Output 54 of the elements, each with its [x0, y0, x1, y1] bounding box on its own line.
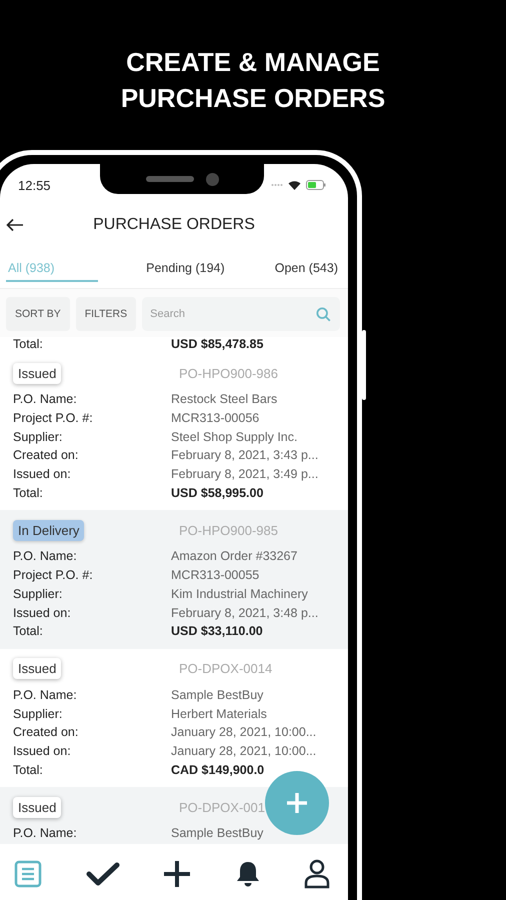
- field-value: February 8, 2021, 3:49 p...: [171, 467, 318, 482]
- field-value: Herbert Materials: [171, 706, 267, 721]
- field-value: USD $85,478.85: [171, 337, 264, 351]
- field-label: Project P.O. #:: [13, 411, 94, 426]
- field-value: USD $33,110.00: [171, 624, 263, 638]
- field-label: Total:: [13, 337, 44, 351]
- field-label: P.O. Name:: [13, 549, 78, 564]
- order-number: PO-HPO900-986: [179, 366, 278, 380]
- field-value: Steel Shop Supply Inc.: [171, 430, 298, 444]
- field-value: Amazon Order #33267: [171, 549, 298, 564]
- screen-title: PURCHASE ORDERS: [93, 216, 255, 234]
- field-value: Sample BestBuy: [171, 688, 264, 702]
- filter-tab[interactable]: Pending (194): [144, 260, 227, 282]
- filter-tab[interactable]: Open (543): [272, 260, 340, 282]
- field-value: January 28, 2021, 10:00...: [171, 725, 316, 740]
- field-label: Supplier:: [13, 706, 64, 721]
- field-value: February 8, 2021, 3:43 p...: [171, 448, 318, 462]
- field-label: Issued on:: [13, 606, 72, 620]
- field-value: January 28, 2021, 10:00...: [171, 744, 316, 758]
- order-card[interactable]: Issued PO-DPOX-0014 P.O. Name: Sample BestBuy Supplier: Herbert Materials Created on: January 28, 2021, 10:00... Issued on: January 28, 2021, 10:00... Total: CAD $149,900.0: [13, 656, 316, 779]
- order-number: PO-DPOX-001: [179, 800, 265, 814]
- field-label: Supplier:: [13, 586, 64, 601]
- field-value: USD $58,995.00: [171, 486, 264, 500]
- order-number: PO-DPOX-0014: [179, 661, 272, 676]
- field-label: Issued on:: [13, 744, 72, 758]
- field-label: P.O. Name:: [13, 688, 78, 702]
- field-value: February 8, 2021, 3:48 p...: [171, 606, 318, 620]
- headline: PURCHASE ORDERS: [120, 82, 386, 115]
- status-badge: Issued: [13, 658, 62, 680]
- status-time: 12:55: [18, 178, 51, 192]
- field-value: Kim Industrial Machinery: [171, 586, 308, 601]
- field-label: P.O. Name:: [13, 392, 78, 406]
- status-badge: Issued: [13, 362, 62, 384]
- search-field[interactable]: Search: [142, 297, 340, 331]
- headline: CREATE & MANAGE: [126, 46, 380, 79]
- filters-button[interactable]: FILTERS: [76, 297, 136, 331]
- order-number: PO-HPO900-985: [179, 522, 278, 538]
- field-label: Project P.O. #:: [13, 568, 94, 582]
- field-label: Supplier:: [13, 430, 64, 444]
- field-label: P.O. Name:: [13, 826, 78, 840]
- field-value: MCR313-00056: [171, 411, 260, 426]
- status-badge: In Delivery: [13, 520, 84, 541]
- field-label: Created on:: [13, 448, 80, 462]
- status-badge: Issued: [13, 796, 62, 818]
- field-value: CAD $149,900.0: [171, 762, 264, 777]
- field-label: Total:: [13, 486, 44, 500]
- sort-button[interactable]: SORT BY: [6, 297, 70, 331]
- field-value: MCR313-00055: [171, 568, 260, 582]
- field-label: Total:: [13, 762, 44, 777]
- field-label: Total:: [13, 624, 44, 638]
- field-label: Issued on:: [13, 467, 72, 482]
- field-value: Sample BestBuy: [171, 826, 264, 840]
- field-label: Created on:: [13, 725, 80, 740]
- field-value: Restock Steel Bars: [171, 392, 278, 406]
